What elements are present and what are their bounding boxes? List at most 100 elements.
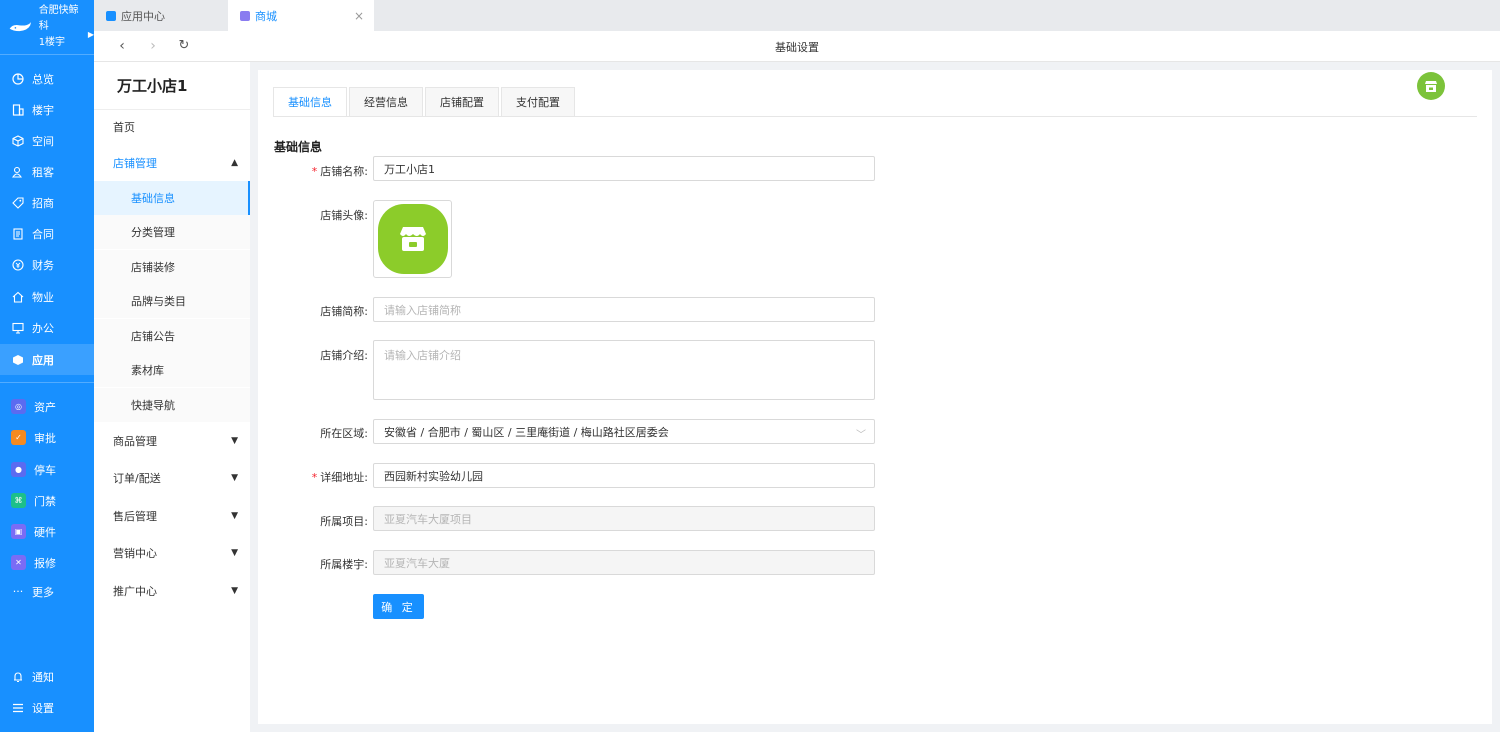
store-short-name-input[interactable]: 请输入店铺简称 bbox=[373, 297, 875, 322]
app-icon bbox=[11, 353, 25, 367]
rail-item-space[interactable]: 空间 bbox=[0, 125, 94, 156]
subnav-group-store-mgmt[interactable]: 店铺管理 ▲ bbox=[94, 146, 250, 180]
rail-divider bbox=[0, 382, 94, 383]
subnav-item-brand[interactable]: 品牌与类目 bbox=[94, 284, 250, 318]
rail-item-leasing[interactable]: 招商 bbox=[0, 187, 94, 218]
rail-app-access[interactable]: ⌘ 门禁 bbox=[0, 485, 94, 516]
subnav-group-aftersales[interactable]: 售后管理 ▼ bbox=[94, 499, 250, 533]
content-card: 基础信息 经营信息 店铺配置 支付配置 基础信息 * 店铺名称: 万工小店1 店铺… bbox=[258, 70, 1492, 724]
home-icon bbox=[11, 290, 25, 304]
subnav-item-basic-info[interactable]: 基础信息 bbox=[94, 181, 250, 215]
rail-item-overview[interactable]: 总览 bbox=[0, 63, 94, 94]
rail-app-assets[interactable]: ◎ 资产 bbox=[0, 391, 94, 422]
window-tabbar: 应用中心 商城 × bbox=[94, 0, 1500, 31]
rail-app-repair[interactable]: ✕ 报修 bbox=[0, 547, 94, 578]
subnav-item-materials[interactable]: 素材库 bbox=[94, 353, 250, 387]
rail-app-hardware[interactable]: ▣ 硬件 bbox=[0, 516, 94, 547]
store-sidebar: 万工小店1 首页 店铺管理 ▲ 基础信息 分类管理 店铺装修 品牌与类目 店铺公… bbox=[94, 62, 250, 732]
store-action-button[interactable] bbox=[1417, 72, 1445, 100]
store-name-input[interactable]: 万工小店1 bbox=[373, 156, 875, 181]
chevron-down-icon: ▼ bbox=[231, 436, 238, 446]
building-name: 1楼宇 bbox=[38, 37, 66, 48]
building-label: 所属楼宇: bbox=[320, 558, 368, 571]
subnav-group-products[interactable]: 商品管理 ▼ bbox=[94, 424, 250, 458]
subnav-group-marketing[interactable]: 营销中心 ▼ bbox=[94, 536, 250, 570]
menu-lines-icon bbox=[11, 701, 25, 715]
mall-tab-icon bbox=[240, 10, 250, 21]
chevron-down-icon: ▼ bbox=[231, 548, 238, 558]
rail-item-building[interactable]: 楼宇 bbox=[0, 94, 94, 125]
subnav-group-orders[interactable]: 订单/配送 ▼ bbox=[94, 461, 250, 495]
parking-icon: ● bbox=[11, 462, 26, 477]
subnav-group-promotion[interactable]: 推广中心 ▼ bbox=[94, 574, 250, 608]
tab-business-info[interactable]: 经营信息 bbox=[349, 87, 423, 117]
contract-icon bbox=[11, 227, 25, 241]
monitor-icon bbox=[11, 321, 25, 335]
rail-item-finance[interactable]: 财务 bbox=[0, 249, 94, 280]
tab-payment-config[interactable]: 支付配置 bbox=[501, 87, 575, 117]
tab-basic-info[interactable]: 基础信息 bbox=[273, 87, 347, 117]
store-avatar-label: 店铺头像: bbox=[320, 209, 368, 222]
rail-item-notify[interactable]: 通知 bbox=[0, 661, 94, 692]
access-control-icon: ⌘ bbox=[11, 493, 26, 508]
rail-app-parking[interactable]: ● 停车 bbox=[0, 454, 94, 485]
tabs-divider bbox=[273, 116, 1477, 117]
store-intro-label: 店铺介绍: bbox=[320, 349, 368, 362]
region-select[interactable]: 安徽省 / 合肥市 / 蜀山区 / 三里庵街道 / 梅山路社区居委会 ﹀ bbox=[373, 419, 875, 444]
hardware-icon: ▣ bbox=[11, 524, 26, 539]
address-label: * 详细地址: bbox=[311, 471, 368, 484]
content-tabs: 基础信息 经营信息 店铺配置 支付配置 bbox=[273, 87, 577, 117]
dashboard-icon bbox=[11, 72, 25, 86]
rail-item-contract[interactable]: 合同 bbox=[0, 218, 94, 249]
cube-icon bbox=[11, 134, 25, 148]
rail-item-more[interactable]: ··· 更多 bbox=[0, 576, 94, 607]
company-name: 合肥快鲸科 bbox=[38, 5, 79, 32]
tab-mall[interactable]: 商城 × bbox=[228, 0, 374, 31]
more-dots-icon: ··· bbox=[12, 585, 24, 598]
store-intro-textarea[interactable]: 请输入店铺介绍 bbox=[373, 340, 875, 400]
store-title: 万工小店1 bbox=[94, 62, 250, 110]
brand-switcher[interactable]: 合肥快鲸科 1楼宇 ▶ bbox=[0, 0, 94, 55]
address-input[interactable]: 西园新村实验幼儿园 bbox=[373, 463, 875, 488]
chevron-down-icon: ▼ bbox=[231, 511, 238, 521]
tab-app-center[interactable]: 应用中心 bbox=[94, 0, 228, 31]
assets-icon: ◎ bbox=[11, 399, 26, 414]
rail-app-approval[interactable]: ✓ 审批 bbox=[0, 422, 94, 453]
rail-item-settings[interactable]: 设置 bbox=[0, 692, 94, 723]
project-input: 亚夏汽车大厦项目 bbox=[373, 506, 875, 531]
chevron-down-icon: ▼ bbox=[231, 473, 238, 483]
subnav-item-notice[interactable]: 店铺公告 bbox=[94, 319, 250, 353]
chevron-down-icon: ▼ bbox=[231, 586, 238, 596]
app-center-tab-icon bbox=[106, 10, 116, 21]
page-title: 基础设置 bbox=[775, 41, 819, 54]
subnav-item-category[interactable]: 分类管理 bbox=[94, 215, 250, 249]
store-avatar-image bbox=[377, 204, 448, 274]
repair-icon: ✕ bbox=[11, 555, 26, 570]
whale-logo-icon bbox=[9, 22, 32, 32]
store-name-label: * 店铺名称: bbox=[311, 165, 368, 178]
required-asterisk: * bbox=[311, 165, 318, 178]
rail-item-apps[interactable]: 应用 bbox=[0, 344, 94, 375]
bell-icon bbox=[11, 670, 25, 684]
store-avatar-upload[interactable] bbox=[373, 200, 452, 278]
region-value: 安徽省 / 合肥市 / 蜀山区 / 三里庵街道 / 梅山路社区居委会 bbox=[384, 425, 669, 439]
store-short-name-label: 店铺简称: bbox=[320, 305, 368, 318]
building-icon bbox=[11, 103, 25, 117]
chevron-down-icon: ﹀ bbox=[856, 430, 866, 441]
left-rail: 合肥快鲸科 1楼宇 ▶ 总览 楼宇 空间 租客 招商 合同 财务 物业 办公 应… bbox=[0, 0, 94, 732]
page-toolbar: ‹ › ↻ 基础设置 bbox=[94, 31, 1500, 62]
subnav-item-decoration[interactable]: 店铺装修 bbox=[94, 250, 250, 284]
subnav-item-shortcuts[interactable]: 快捷导航 bbox=[94, 388, 250, 422]
required-asterisk: * bbox=[311, 471, 318, 484]
project-label: 所属项目: bbox=[320, 515, 368, 528]
chevron-up-icon: ▲ bbox=[231, 158, 238, 168]
section-title: 基础信息 bbox=[274, 140, 323, 154]
tenant-icon bbox=[11, 165, 25, 179]
confirm-button[interactable]: 确 定 bbox=[373, 594, 424, 619]
rail-item-property[interactable]: 物业 bbox=[0, 281, 94, 312]
close-icon[interactable]: × bbox=[354, 9, 364, 23]
rail-item-office[interactable]: 办公 bbox=[0, 312, 94, 343]
rail-item-tenant[interactable]: 租客 bbox=[0, 156, 94, 187]
tab-store-config[interactable]: 店铺配置 bbox=[425, 87, 499, 117]
subnav-item-home[interactable]: 首页 bbox=[94, 110, 250, 144]
